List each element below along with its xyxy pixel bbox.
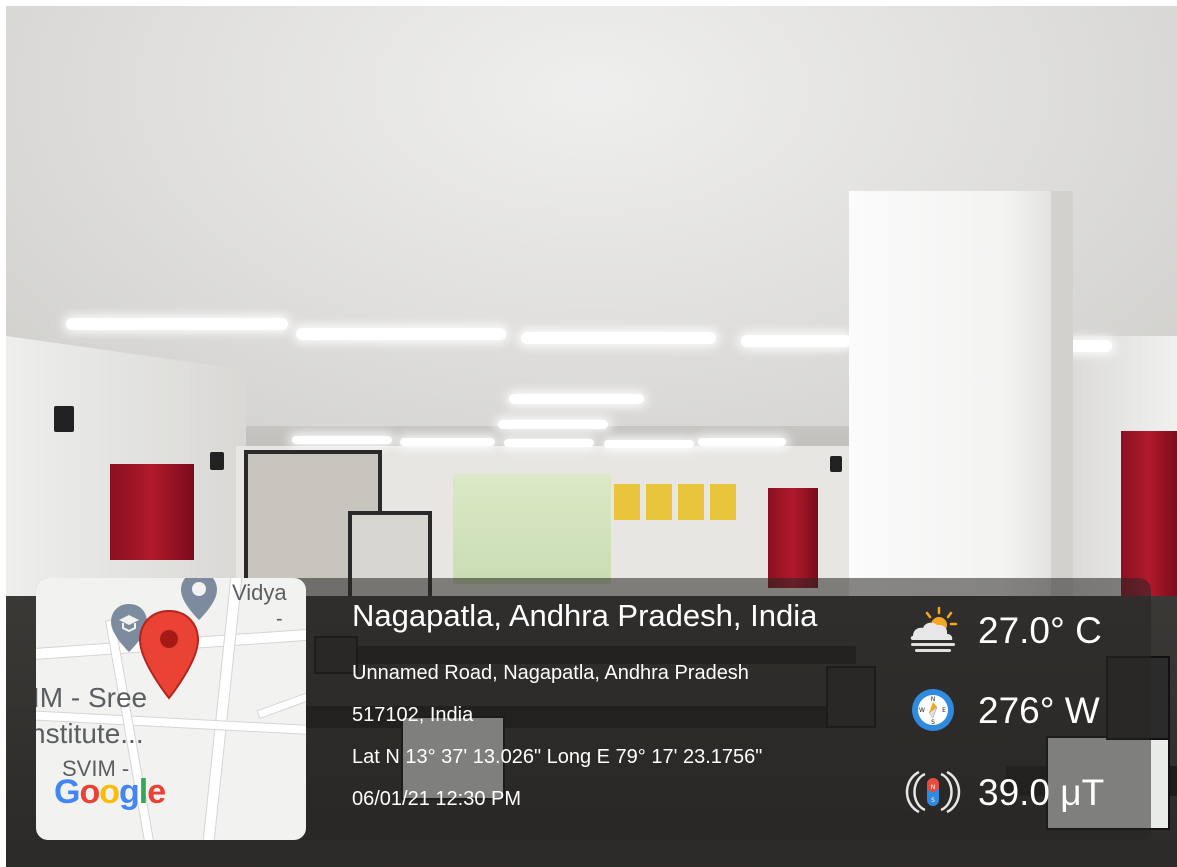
- ceiling-light: [741, 335, 851, 347]
- temperature-value: 27.0° C: [978, 610, 1102, 651]
- google-logo: Google: [54, 773, 166, 811]
- wall-speaker: [54, 406, 74, 432]
- address-line-2: 517102, India: [352, 704, 474, 726]
- ceiling-light: [66, 318, 288, 330]
- location-title: Nagapatla, Andhra Pradesh, India: [352, 598, 818, 633]
- wall-poster: [646, 484, 672, 520]
- map-label-dash: -: [276, 608, 283, 630]
- svg-text:E: E: [942, 707, 946, 714]
- ceiling-light: [698, 438, 786, 446]
- map-label-institute: nstitute...: [36, 718, 144, 749]
- map-road: [256, 685, 306, 720]
- map-thumbnail: Vidya - IM - Sree nstitute... SVIM - Goo…: [36, 578, 306, 840]
- magnetic-value: 39.0 μT: [978, 772, 1105, 813]
- photo-frame: Vidya - IM - Sree nstitute... SVIM - Goo…: [0, 0, 1177, 867]
- compass-icon: N S W E: [912, 689, 954, 731]
- svg-text:S: S: [931, 797, 935, 804]
- projection-screen: [453, 474, 611, 584]
- wall-speaker: [210, 452, 224, 470]
- ceiling-light: [604, 440, 694, 448]
- address-line-1: Unnamed Road, Nagapatla, Andhra Pradesh: [352, 662, 749, 684]
- ceiling-light: [296, 328, 506, 340]
- datetime-text: 06/01/21 12:30 PM: [352, 788, 522, 810]
- map-label-vidya: Vidya: [232, 580, 287, 605]
- ceiling-light: [400, 438, 495, 446]
- wall-poster: [678, 484, 704, 520]
- wall-poster: [614, 484, 640, 520]
- partly-cloudy-icon: [910, 606, 958, 652]
- map-label-sree: IM - Sree: [36, 682, 148, 713]
- red-curtain: [768, 488, 818, 588]
- ceiling-light: [292, 436, 392, 444]
- coordinates-text: Lat N 13° 37' 13.026" Long E 79° 17' 23.…: [352, 746, 763, 768]
- svg-text:N: N: [931, 784, 936, 791]
- svg-text:N: N: [931, 696, 936, 703]
- bearing-value: 276° W: [978, 690, 1100, 731]
- magnetic-field-icon: N S: [905, 770, 961, 814]
- svg-text:S: S: [931, 719, 935, 726]
- wall-speaker: [830, 456, 842, 472]
- ceiling-light: [504, 439, 594, 447]
- ceiling-light: [521, 332, 716, 344]
- svg-text:W: W: [919, 707, 925, 714]
- ceiling-light: [509, 394, 644, 404]
- wall-poster: [710, 484, 736, 520]
- ceiling-light: [498, 420, 608, 429]
- red-curtain: [110, 464, 194, 560]
